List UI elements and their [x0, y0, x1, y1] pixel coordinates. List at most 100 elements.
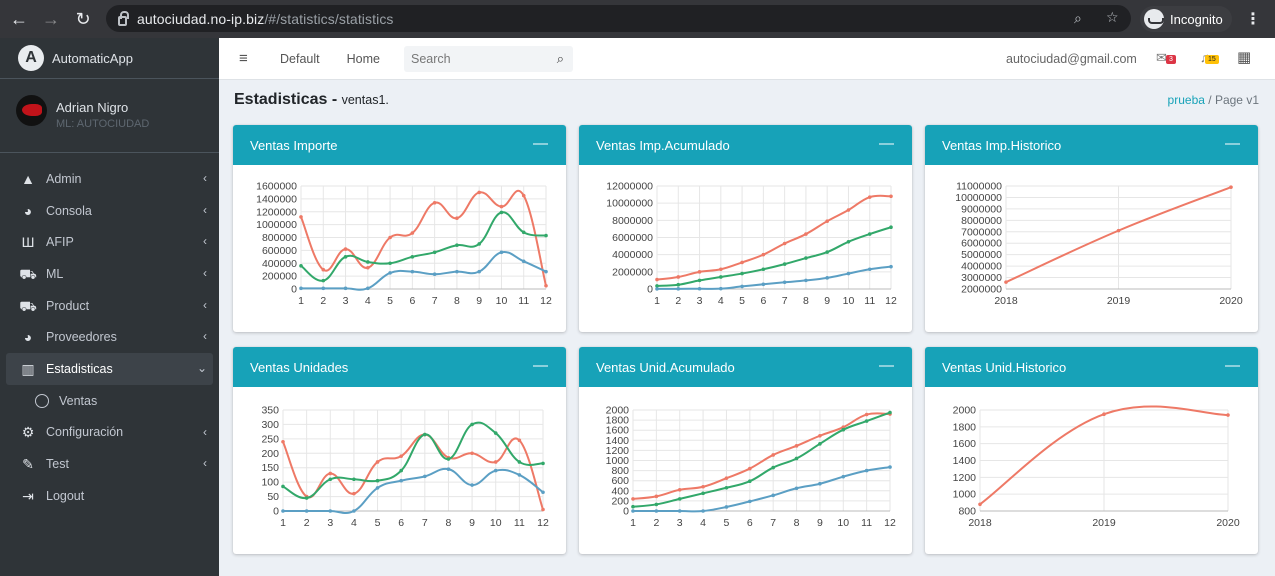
user-name[interactable]: Adrian Nigro	[56, 100, 128, 115]
data-point	[677, 497, 682, 501]
data-point	[864, 468, 869, 473]
sidebar-item-admin[interactable]: ▲ Admin ‹	[0, 163, 219, 195]
data-point	[321, 267, 326, 272]
sidebar-item-consola[interactable]: ◕ Consola ‹	[0, 195, 219, 227]
data-point	[455, 243, 459, 248]
avatar	[16, 95, 47, 126]
sidebar-item-ventas[interactable]: Ventas	[0, 385, 219, 417]
data-point	[399, 478, 403, 483]
data-point	[740, 284, 744, 289]
y-tick-label: 4000000	[961, 261, 1002, 273]
data-point	[343, 286, 348, 291]
back-icon[interactable]: ←	[6, 9, 32, 30]
data-point	[631, 497, 635, 501]
collapse-icon[interactable]: —	[1225, 357, 1240, 374]
collapse-icon[interactable]: —	[879, 135, 894, 152]
sidebar-item-configuracion[interactable]: ⚙ Configuración ‹	[0, 417, 219, 449]
y-tick-label: 8000000	[961, 215, 1002, 227]
chevron-left-icon: ‹	[203, 329, 207, 344]
data-point	[748, 499, 752, 504]
x-tick-label: 4	[365, 295, 371, 307]
notifications-badge: 15	[1205, 55, 1219, 64]
line-chart: 02004006008001000120014001600180020001 2 3…	[606, 405, 896, 530]
data-point	[399, 468, 403, 473]
reload-icon[interactable]: ↻	[70, 9, 96, 30]
sidebar-item-afip[interactable]: Ш AFIP ‹	[0, 226, 219, 258]
data-point	[281, 439, 285, 444]
sidebar-item-estadisticas[interactable]: ▥ Estadisticas ⌄	[6, 353, 213, 385]
x-tick-label: 2	[304, 517, 310, 529]
star-icon[interactable]: ☆	[1106, 9, 1119, 26]
data-point	[375, 460, 380, 464]
y-tick-label: 400000	[262, 258, 297, 270]
data-point	[366, 265, 370, 270]
sidebar-item-label: Logout	[46, 488, 85, 503]
sidebar-item-product[interactable]: ⛟ Product ‹	[0, 290, 219, 322]
sidebar-item-logout[interactable]: ⇥ Logout	[0, 480, 219, 512]
data-point	[521, 193, 526, 198]
y-tick-label: 200	[261, 448, 279, 460]
y-tick-label: 10000000	[955, 192, 1002, 204]
brand-name: AutomaticApp	[52, 50, 133, 66]
search-icon[interactable]: ⌕	[557, 51, 564, 67]
gear-icon: ⚙	[21, 424, 35, 441]
x-tick-label: 5	[375, 517, 381, 529]
data-point	[888, 410, 892, 415]
data-point	[719, 286, 723, 291]
data-point	[493, 431, 498, 435]
card-header: Ventas Unid.Historico —	[925, 347, 1258, 387]
nav-home-link[interactable]: Home	[347, 52, 380, 66]
data-point	[677, 487, 682, 492]
chart-grid	[282, 409, 544, 512]
data-point	[299, 264, 303, 268]
collapse-icon[interactable]: —	[1225, 135, 1240, 152]
data-point	[281, 484, 285, 489]
zoom-icon[interactable]: ⌕	[1074, 10, 1082, 27]
data-point	[493, 460, 498, 464]
cart-icon: ⛟	[19, 265, 37, 282]
data-point	[846, 239, 851, 244]
sidebar-item-proveedores[interactable]: ◕ Proveedores ‹	[0, 321, 219, 353]
collapse-icon[interactable]: —	[533, 357, 548, 374]
y-tick-label: 1000	[953, 489, 977, 501]
warning-icon: ▲	[21, 170, 35, 187]
data-point	[761, 252, 766, 257]
dashboard-icon: ◕	[23, 329, 33, 346]
series-line	[656, 226, 892, 287]
breadcrumb-separator: /	[1208, 93, 1212, 107]
hamburger-icon[interactable]: ≡	[239, 50, 253, 67]
breadcrumb-link[interactable]: prueba	[1168, 93, 1205, 107]
x-tick-label: 2020	[1216, 517, 1240, 529]
data-point	[493, 468, 498, 473]
address-bar[interactable]: autociudad.no-ip.biz/#/statistics/statis…	[106, 5, 1131, 32]
user-email[interactable]: autociudad@gmail.com	[1006, 52, 1137, 66]
sidebar-item-ml[interactable]: ⛟ ML ‹	[0, 258, 219, 290]
cart-icon: ⛟	[19, 297, 37, 314]
x-tick-label: 9	[824, 295, 830, 307]
chart-grid	[979, 409, 1229, 512]
x-tick-label: 2018	[994, 295, 1018, 307]
grid-icon[interactable]: ▦	[1237, 48, 1251, 66]
nav-default-link[interactable]: Default	[280, 52, 320, 66]
sidebar-item-test[interactable]: ✎ Test ‹	[0, 448, 219, 480]
collapse-icon[interactable]: —	[533, 135, 548, 152]
collapse-icon[interactable]: —	[879, 357, 894, 374]
brand[interactable]: A AutomaticApp	[0, 38, 219, 79]
incognito-indicator[interactable]: Incognito	[1140, 6, 1232, 32]
x-tick-label: 12	[885, 295, 897, 307]
browser-menu-icon[interactable]: ⋮	[1245, 9, 1261, 29]
data-point	[889, 264, 893, 269]
y-tick-label: 7000000	[961, 226, 1002, 238]
search-input[interactable]: Search ⌕	[404, 46, 573, 72]
data-point	[825, 250, 829, 254]
series-line	[282, 433, 544, 510]
x-tick-label: 9	[469, 517, 475, 529]
data-point	[818, 433, 822, 438]
data-point	[631, 504, 635, 509]
data-point	[432, 272, 437, 276]
data-point	[654, 494, 659, 499]
data-point	[432, 250, 437, 255]
data-point	[761, 267, 766, 272]
forward-icon[interactable]: →	[38, 9, 64, 30]
data-point	[499, 210, 504, 215]
